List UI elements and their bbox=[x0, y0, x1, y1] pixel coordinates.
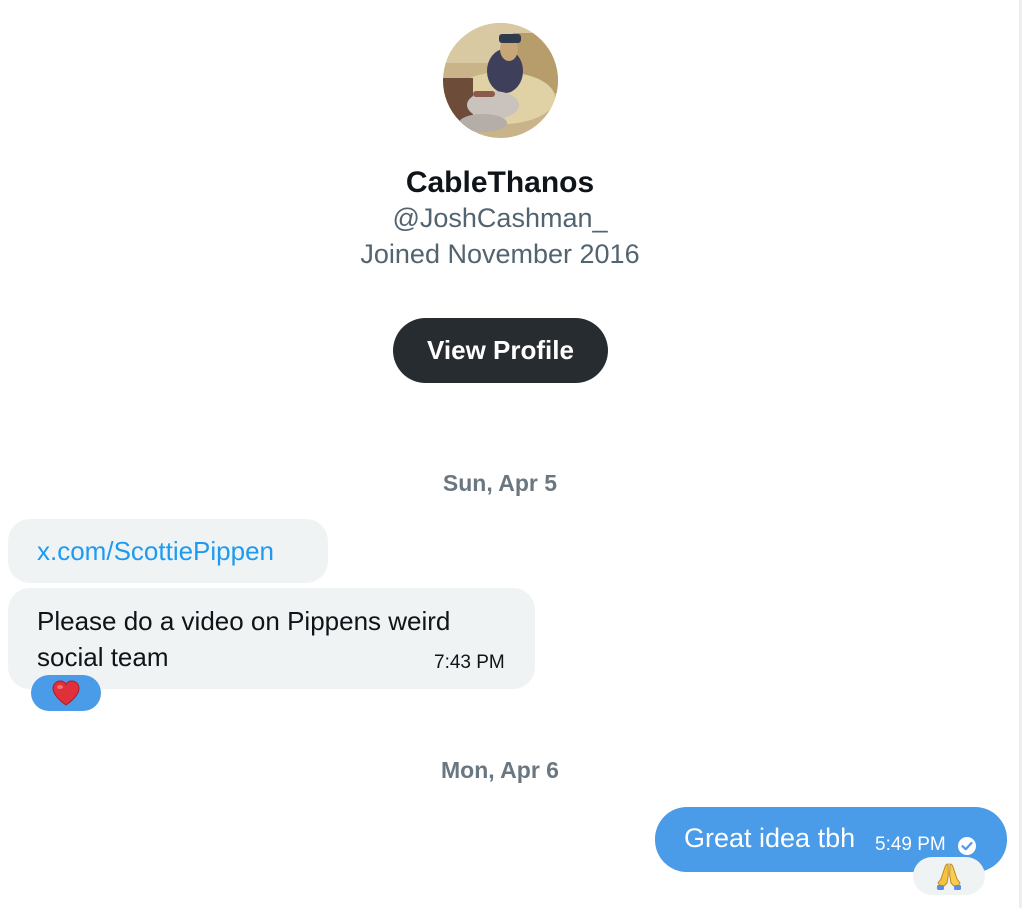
praying-hands-icon bbox=[937, 863, 961, 890]
message-timestamp: 5:49 PM bbox=[875, 834, 946, 855]
heart-icon bbox=[52, 680, 80, 706]
message-timestamp: 7:43 PM bbox=[434, 652, 505, 673]
view-profile-button[interactable]: View Profile bbox=[393, 318, 608, 383]
profile-joined-date: Joined November 2016 bbox=[360, 239, 640, 269]
check-circle-icon bbox=[958, 837, 976, 855]
message-reaction[interactable] bbox=[31, 675, 101, 711]
message-text: Please do a video on Pippens weird socia… bbox=[37, 606, 451, 672]
date-separator: Mon, Apr 6 bbox=[441, 757, 559, 783]
date-separator: Sun, Apr 5 bbox=[442, 470, 558, 496]
dm-conversation-view: CableThanos @JoshCashman_ Joined Novembe… bbox=[0, 0, 1022, 908]
profile-handle: @JoshCashman_ bbox=[392, 203, 608, 233]
incoming-message[interactable]: Please do a video on Pippens weird socia… bbox=[8, 588, 535, 689]
incoming-message-link[interactable]: x.com/ScottiePippen bbox=[8, 519, 328, 583]
message-text: Great idea tbh bbox=[684, 823, 856, 853]
message-link[interactable]: x.com/ScottiePippen bbox=[37, 536, 274, 567]
avatar[interactable] bbox=[443, 23, 558, 138]
profile-display-name: CableThanos bbox=[405, 166, 595, 199]
message-reaction[interactable] bbox=[913, 857, 985, 895]
